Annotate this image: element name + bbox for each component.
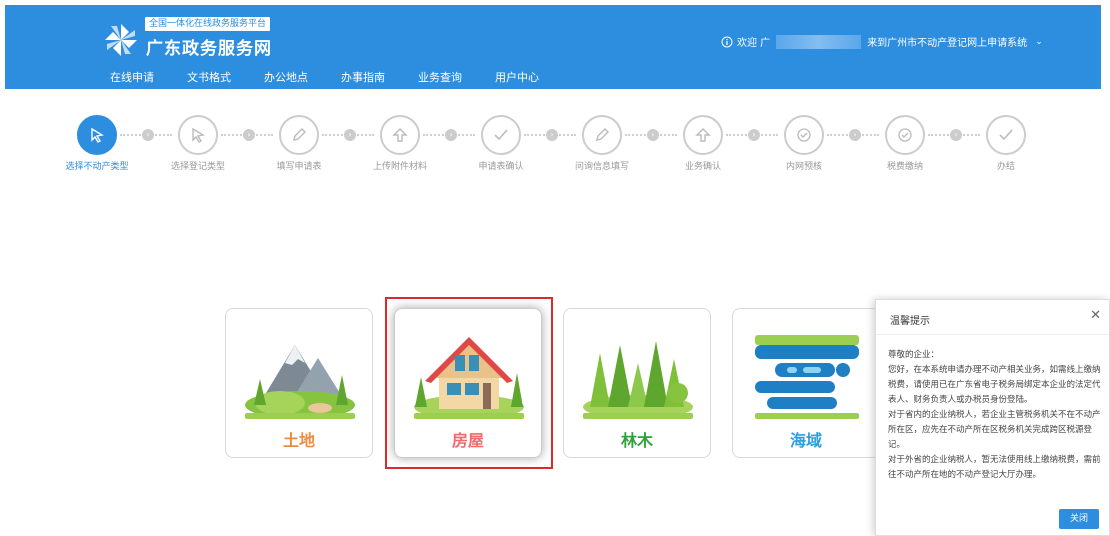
check-circle-icon xyxy=(784,115,824,155)
cursor-icon xyxy=(178,115,218,155)
welcome-prefix: 欢迎 广 xyxy=(737,38,771,49)
check-icon xyxy=(481,115,521,155)
user-info-icon xyxy=(721,36,733,47)
sea-icon xyxy=(755,335,859,419)
top-header: 全国一体化在线政务服务平台 广东政务服务网 欢迎 广 来到广州市不动产登记网上申… xyxy=(5,5,1101,91)
nav-online-apply[interactable]: 在线申请 xyxy=(100,69,164,91)
close-icon[interactable]: ✕ xyxy=(1090,308,1101,323)
step-label: 办结 xyxy=(996,162,1015,172)
step-label: 内网预核 xyxy=(785,162,822,172)
card-forest-label: 林木 xyxy=(620,431,653,450)
check-icon xyxy=(986,115,1026,155)
user-welcome-menu[interactable]: 欢迎 广 来到广州市不动产登记网上申请系统 ⌄ xyxy=(721,34,1043,49)
nav-user-center[interactable]: 用户中心 xyxy=(485,69,549,89)
step-label: 上传附件材料 xyxy=(372,162,427,172)
card-sea[interactable]: 海域 xyxy=(732,308,880,458)
dialog-paragraph: 对于省内的企业纳税人，若企业主管税务机关不在不动产所在区，应先在不动产所在区税务… xyxy=(888,410,1101,450)
main-nav: 在线申请 文书格式 办公地点 办事指南 业务查询 用户中心 xyxy=(100,69,562,91)
nav-service-guide[interactable]: 办事指南 xyxy=(331,69,395,89)
dialog-greeting: 尊敬的企业： xyxy=(888,350,940,360)
forest-icon xyxy=(583,341,693,419)
step-select-property-type: 选择不动产类型 xyxy=(47,115,147,172)
progress-stepper: › › › › › › › › › 选择不动产类型 选择登记类型 填写申请表 上… xyxy=(0,115,1110,175)
step-complete: 办结 xyxy=(956,115,1056,172)
step-confirm-application: 申请表确认 xyxy=(451,115,551,172)
site-brand: 广东政务服务网 xyxy=(146,39,272,59)
dialog-divider xyxy=(876,334,1109,335)
step-label: 问询信息填写 xyxy=(574,162,629,172)
selection-highlight-box xyxy=(385,297,553,469)
step-label: 填写申请表 xyxy=(276,162,322,172)
check-circle-icon xyxy=(885,115,925,155)
step-upload-attachments: 上传附件材料 xyxy=(350,115,450,172)
step-select-registration-type: 选择登记类型 xyxy=(148,115,248,172)
step-label: 选择不动产类型 xyxy=(65,162,129,172)
step-label: 税费缴纳 xyxy=(886,162,923,172)
step-label: 申请表确认 xyxy=(478,162,524,172)
step-label: 选择登记类型 xyxy=(170,162,225,172)
pencil-icon xyxy=(582,115,622,155)
step-fill-application: 填写申请表 xyxy=(249,115,349,172)
nav-document-format[interactable]: 文书格式 xyxy=(177,69,241,89)
step-tax-payment: 税费缴纳 xyxy=(855,115,955,172)
cursor-icon xyxy=(77,115,117,155)
nav-business-query[interactable]: 业务查询 xyxy=(408,69,472,89)
card-forest[interactable]: 林木 xyxy=(563,308,711,458)
dialog-body: 尊敬的企业： 您好，在本系统申请办理不动产相关业务，如需线上缴纳税费，请使用已在… xyxy=(888,348,1102,483)
dialog-paragraph: 您好，在本系统申请办理不动产相关业务，如需线上缴纳税费，请使用已在广东省电子税务… xyxy=(888,365,1101,405)
nav-office-location[interactable]: 办公地点 xyxy=(254,69,318,89)
close-button[interactable]: 关闭 xyxy=(1059,509,1099,529)
upload-icon xyxy=(380,115,420,155)
step-inquiry-info: 问询信息填写 xyxy=(552,115,652,172)
pencil-icon xyxy=(279,115,319,155)
card-sea-label: 海域 xyxy=(789,431,822,450)
card-land[interactable]: 土地 xyxy=(225,308,373,458)
dialog-title: 温馨提示 xyxy=(890,316,930,327)
chevron-down-icon: ⌄ xyxy=(1035,36,1043,47)
step-label: 业务确认 xyxy=(684,162,721,172)
card-land-label: 土地 xyxy=(282,431,315,450)
upload-icon xyxy=(683,115,723,155)
dialog-paragraph: 对于外省的企业纳税人，暂无法使用线上缴纳税费，需前往不动产所在地的不动产登记大厅… xyxy=(888,455,1101,480)
platform-tagline: 全国一体化在线政务服务平台 xyxy=(145,17,271,31)
welcome-suffix: 来到广州市不动产登记网上申请系统 xyxy=(867,38,1028,49)
notice-dialog: 温馨提示 ✕ 尊敬的企业： 您好，在本系统申请办理不动产相关业务，如需线上缴纳税… xyxy=(875,299,1110,536)
logo-icon xyxy=(105,24,137,56)
masked-username xyxy=(776,34,862,49)
step-business-confirm: 业务确认 xyxy=(653,115,753,172)
mountain-icon xyxy=(245,345,355,419)
step-internal-precheck: 内网预核 xyxy=(754,115,854,172)
